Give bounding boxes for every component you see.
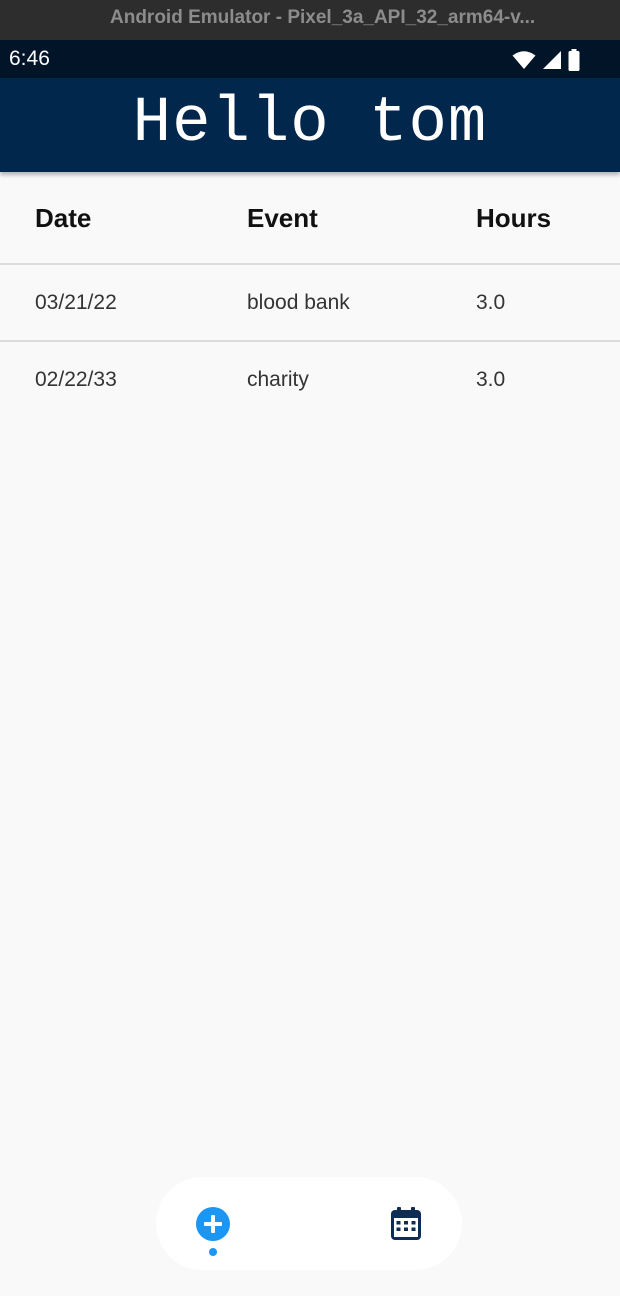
cell-event: charity <box>247 368 309 391</box>
calendar-button[interactable] <box>366 1177 446 1270</box>
emulator-title: Android Emulator - Pixel_3a_API_32_arm64… <box>110 7 536 28</box>
status-bar: 6:46 <box>0 40 620 78</box>
cellular-signal-icon <box>543 51 561 69</box>
header-date: Date <box>35 203 92 233</box>
table-row[interactable]: 02/22/33 charity 3.0 <box>0 342 620 417</box>
cell-event: blood bank <box>247 291 350 314</box>
table-header: Date Event Hours <box>0 172 620 265</box>
bottom-navigation-bar <box>156 1177 462 1270</box>
emulator-title-bar: Android Emulator - Pixel_3a_API_32_arm64… <box>0 0 620 40</box>
wifi-icon <box>512 51 536 69</box>
app-bar: Hello tom <box>0 78 620 172</box>
active-indicator-dot <box>209 1248 217 1256</box>
add-event-button[interactable] <box>173 1177 253 1270</box>
header-event: Event <box>247 203 318 233</box>
status-icons <box>512 49 580 71</box>
calendar-icon <box>391 1206 421 1240</box>
cell-date: 02/22/33 <box>35 368 117 391</box>
table-row[interactable]: 03/21/22 blood bank 3.0 <box>0 265 620 342</box>
events-table: Date Event Hours 03/21/22 blood bank 3.0… <box>0 172 620 417</box>
page-title: Hello tom <box>132 88 488 160</box>
cell-hours: 3.0 <box>476 291 506 314</box>
add-circle-icon <box>196 1206 230 1241</box>
status-time: 6:46 <box>9 47 50 70</box>
header-hours: Hours <box>476 203 552 233</box>
battery-icon <box>568 49 580 71</box>
cell-date: 03/21/22 <box>35 291 117 314</box>
cell-hours: 3.0 <box>476 368 506 391</box>
